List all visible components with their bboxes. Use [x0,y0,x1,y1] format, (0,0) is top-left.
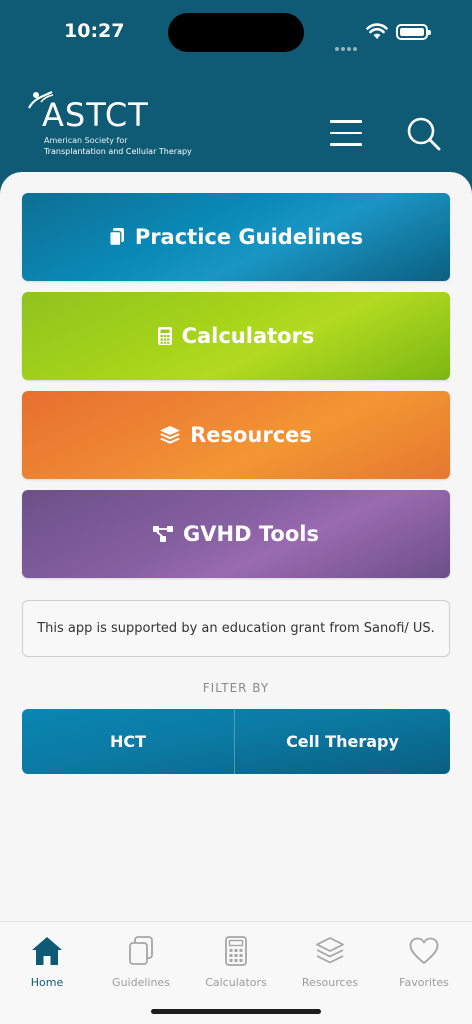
filter-hct-button[interactable]: HCT [22,709,235,774]
filter-by-label: FILTER BY [202,681,270,695]
documents-icon [108,228,125,246]
filter-cell-therapy-button[interactable]: Cell Therapy [235,709,450,774]
signal-icon [335,36,359,51]
calculator-icon [157,327,172,345]
tab-resources[interactable]: Resources [283,934,377,989]
tab-favorites[interactable]: Favorites [377,934,471,989]
logo-tagline-1: American Society for [44,136,128,145]
dynamic-island [168,13,304,52]
calculator-icon [225,936,247,966]
tab-guidelines-label: Guidelines [112,976,170,989]
tab-home-label: Home [30,976,64,989]
calculators-button[interactable]: Calculators [22,292,450,380]
documents-icon [129,936,153,965]
status-bar: 10:27 [0,0,472,64]
tab-resources-label: Resources [301,976,359,989]
main-content: Practice Guidelines Calculators Resource… [0,172,472,922]
resources-button[interactable]: Resources [22,391,450,479]
tab-calculators-label: Calculators [205,976,267,989]
home-icon [32,937,62,965]
logo-wordmark: ASTCT [42,96,149,134]
layers-icon [160,426,181,444]
search-icon[interactable] [406,116,442,152]
resources-label: Resources [190,423,312,447]
calculators-label: Calculators [181,324,315,348]
status-time: 10:27 [64,20,125,42]
tab-calculators[interactable]: Calculators [189,934,283,989]
gvhd-tools-button[interactable]: GVHD Tools [22,490,450,578]
sponsor-notice: This app is supported by an education gr… [22,600,450,657]
layers-icon [316,937,344,964]
battery-icon [396,24,431,40]
gvhd-tools-label: GVHD Tools [183,522,319,546]
network-icon [153,525,174,543]
tab-home[interactable]: Home [0,934,94,989]
logo-tagline-2: Transplantation and Cellular Therapy [44,147,192,156]
practice-guidelines-button[interactable]: Practice Guidelines [22,193,450,281]
tab-guidelines[interactable]: Guidelines [94,934,188,989]
tab-favorites-label: Favorites [399,976,449,989]
app-header: ASTCT American Society for Transplantati… [0,80,472,175]
practice-guidelines-label: Practice Guidelines [134,225,364,249]
wifi-icon [366,23,388,39]
hamburger-menu-icon[interactable] [330,120,362,148]
filter-segmented-control: HCT Cell Therapy [22,709,450,774]
home-indicator [151,1009,321,1014]
heart-icon [409,937,439,964]
